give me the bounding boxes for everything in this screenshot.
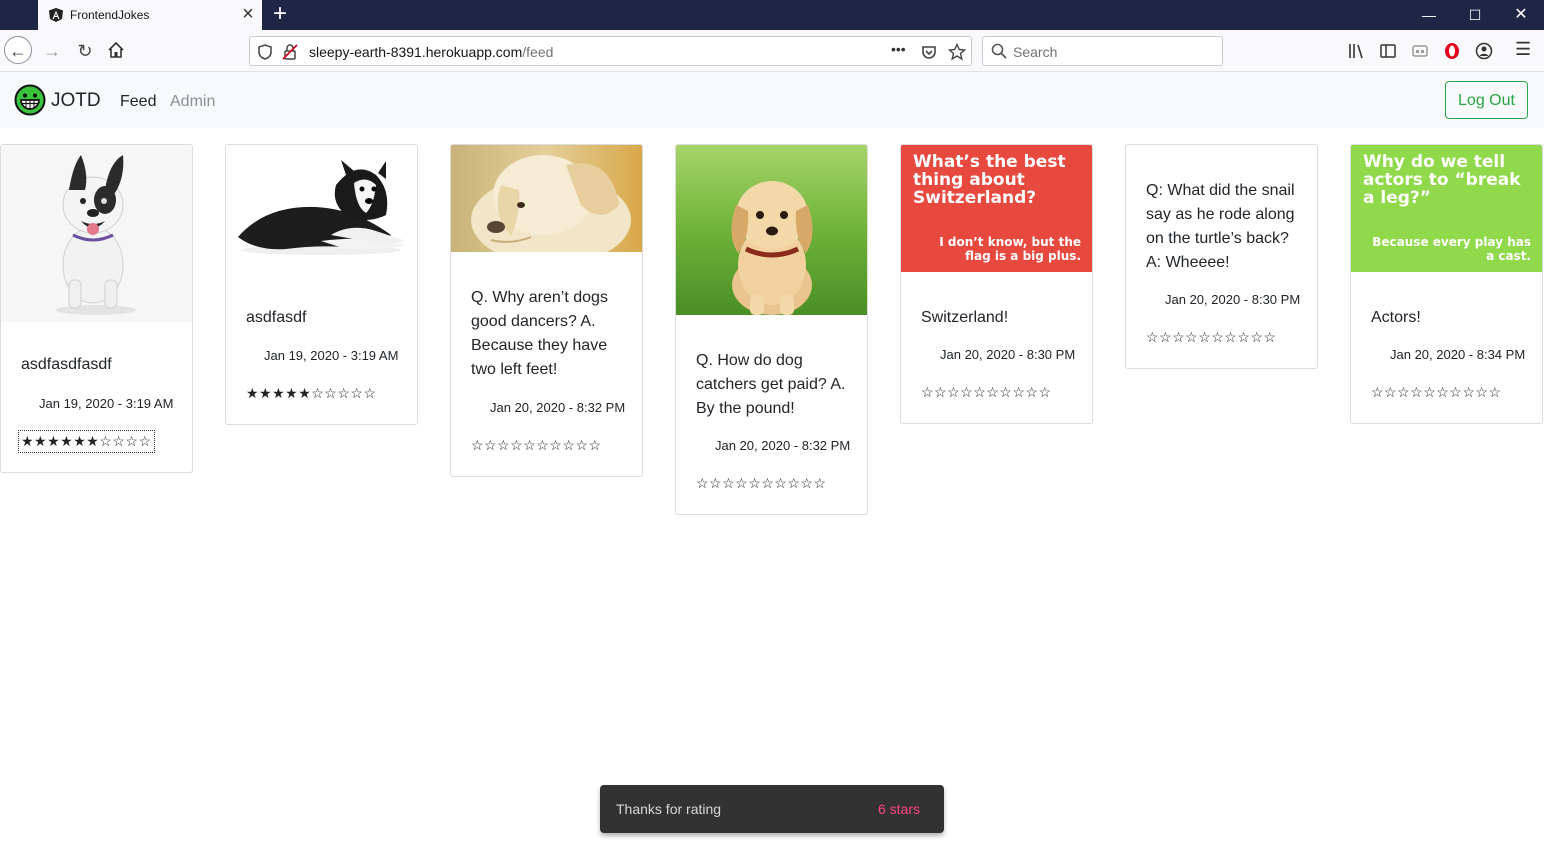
joke-date: Jan 20, 2020 - 8:30 PM xyxy=(1165,292,1301,307)
star-rating[interactable]: ☆☆☆☆☆☆☆☆☆☆ xyxy=(1371,384,1502,401)
shield-icon[interactable] xyxy=(256,43,274,61)
star-rating[interactable]: ★★★★★☆☆☆☆☆ xyxy=(246,385,377,402)
dog-photo xyxy=(226,145,417,274)
rating-snackbar: Thanks for rating 6 stars xyxy=(600,785,944,833)
dog-photo xyxy=(451,145,642,252)
menu-icon[interactable]: ☰ xyxy=(1515,39,1531,60)
close-window-icon[interactable]: ✕ xyxy=(1498,0,1544,30)
star-rating[interactable]: ★★★★★★☆☆☆☆ xyxy=(18,430,155,453)
pocket-icon[interactable] xyxy=(920,43,938,61)
joke-text: Q: What did the snail say as he rode alo… xyxy=(1146,182,1295,271)
account-icon[interactable] xyxy=(1475,42,1493,60)
url-path: /feed xyxy=(522,44,554,60)
joke-text: Actors! xyxy=(1371,309,1421,326)
joke-date: Jan 20, 2020 - 8:32 PM xyxy=(715,438,851,453)
joke-card: asdfasdfasdf Jan 19, 2020 - 3:19 AM ★★★★… xyxy=(0,144,193,473)
forward-icon[interactable]: → xyxy=(37,36,67,66)
home-icon[interactable] xyxy=(107,41,125,59)
bookmark-star-icon[interactable] xyxy=(948,43,966,61)
browser-titlebar: FrontendJokes × + — ☐ ✕ xyxy=(0,0,1544,30)
reload-icon[interactable]: ↻ xyxy=(70,36,100,66)
url-bar[interactable]: sleepy-earth-8391.herokuapp.com/feed ••• xyxy=(249,36,972,66)
new-tab-icon[interactable]: + xyxy=(268,2,292,26)
dog-photo xyxy=(676,145,867,315)
joke-text: Q. How do dog catchers get paid? A. By t… xyxy=(696,352,846,417)
opera-icon[interactable] xyxy=(1443,42,1461,60)
sign-question: Why do we tell actors to “break a leg?” xyxy=(1363,152,1521,208)
maximize-icon[interactable]: ☐ xyxy=(1452,0,1498,30)
joke-card: Q. Why aren’t dogs good dancers? A. Beca… xyxy=(450,144,643,477)
tab-title: FrontendJokes xyxy=(70,8,150,22)
star-rating[interactable]: ☆☆☆☆☆☆☆☆☆☆ xyxy=(696,475,827,492)
star-rating[interactable]: ☆☆☆☆☆☆☆☆☆☆ xyxy=(1146,329,1277,346)
joke-card: Q: What did the snail say as he rode alo… xyxy=(1125,144,1318,369)
search-icon xyxy=(991,43,1007,59)
joke-card: What’s the best thing about Switzerland?… xyxy=(900,144,1093,424)
search-placeholder: Search xyxy=(1013,44,1058,60)
search-bar[interactable]: Search xyxy=(982,36,1223,66)
snackbar-message: Thanks for rating xyxy=(616,801,722,817)
sidebar-icon[interactable] xyxy=(1379,42,1397,60)
brand-name[interactable]: JOTD xyxy=(51,90,101,112)
minimize-icon[interactable]: — xyxy=(1406,0,1452,30)
joke-date: Jan 19, 2020 - 3:19 AM xyxy=(39,396,174,411)
back-icon[interactable]: ← xyxy=(4,36,32,64)
joke-text: asdfasdf xyxy=(246,309,307,326)
logout-button[interactable]: Log Out xyxy=(1445,81,1528,119)
joke-date: Jan 20, 2020 - 8:34 PM xyxy=(1390,347,1526,362)
star-rating[interactable]: ☆☆☆☆☆☆☆☆☆☆ xyxy=(921,384,1052,401)
container-tabs-icon[interactable] xyxy=(1411,42,1429,60)
joke-text: Switzerland! xyxy=(921,309,1009,326)
browser-tab[interactable]: FrontendJokes × xyxy=(38,0,262,30)
url-domain: sleepy-earth-8391.herokuapp.com xyxy=(309,44,523,60)
library-icon[interactable] xyxy=(1347,42,1365,60)
nav-feed-link[interactable]: Feed xyxy=(120,93,156,111)
joke-text: asdfasdfasdf xyxy=(21,356,112,373)
star-rating[interactable]: ☆☆☆☆☆☆☆☆☆☆ xyxy=(471,437,602,454)
app-navbar: JOTD Feed Admin Log Out xyxy=(0,72,1544,128)
joke-card: Why do we tell actors to “break a leg?” … xyxy=(1350,144,1543,424)
close-tab-icon[interactable]: × xyxy=(238,4,258,24)
sign-question: What’s the best thing about Switzerland? xyxy=(913,152,1066,208)
joke-date: Jan 20, 2020 - 8:32 PM xyxy=(490,400,626,415)
nav-admin-link[interactable]: Admin xyxy=(170,93,215,111)
joke-card: Q. How do dog catchers get paid? A. By t… xyxy=(675,144,868,515)
snackbar-action[interactable]: 6 stars xyxy=(878,801,920,817)
insecure-lock-icon[interactable] xyxy=(281,43,299,61)
sign-answer: Because every play has a cast. xyxy=(1372,235,1531,263)
page-actions-icon[interactable]: ••• xyxy=(891,41,906,57)
sign-answer: I don’t know, but the flag is a big plus… xyxy=(939,235,1081,263)
joke-card: asdfasdf Jan 19, 2020 - 3:19 AM ★★★★★☆☆☆… xyxy=(225,144,418,425)
joke-date: Jan 20, 2020 - 8:30 PM xyxy=(940,347,1076,362)
grin-logo-icon[interactable] xyxy=(14,84,46,116)
joke-sign-image: Why do we tell actors to “break a leg?” … xyxy=(1351,145,1542,272)
joke-sign-image: What’s the best thing about Switzerland?… xyxy=(901,145,1092,272)
dog-photo xyxy=(1,145,192,322)
angular-icon xyxy=(49,8,63,22)
joke-text: Q. Why aren’t dogs good dancers? A. Beca… xyxy=(471,289,608,378)
browser-toolbar: ← → ↻ sleepy-earth-8391.herokuapp.com/fe… xyxy=(0,30,1544,72)
joke-date: Jan 19, 2020 - 3:19 AM xyxy=(264,348,399,363)
url-text[interactable]: sleepy-earth-8391.herokuapp.com/feed xyxy=(309,44,553,60)
